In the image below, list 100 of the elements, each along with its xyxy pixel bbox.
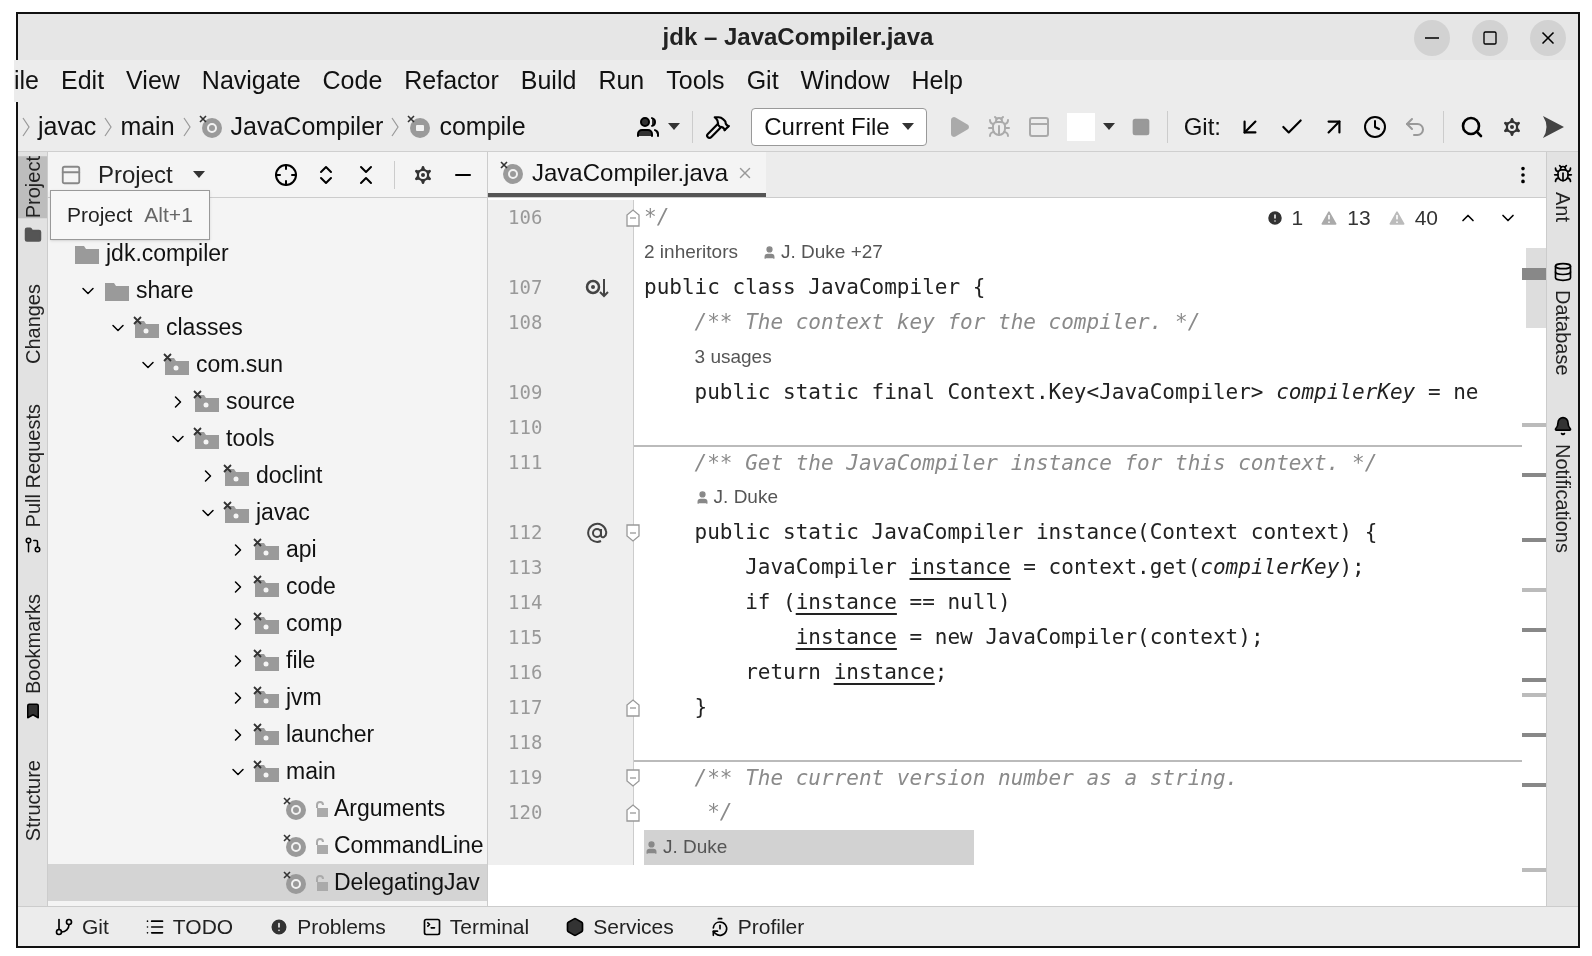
fold-marker-icon[interactable] <box>625 522 641 543</box>
fold-marker-icon[interactable] <box>625 802 641 823</box>
package-folder-icon <box>253 685 281 710</box>
tool-window-button[interactable]: Profiler <box>737 910 805 943</box>
method-icon <box>407 114 432 139</box>
tool-window-tab[interactable]: Bookmarks <box>18 593 47 694</box>
tree-item[interactable]: main <box>48 753 487 790</box>
breadcrumb[interactable]: javac <box>38 107 97 146</box>
tree-item-label: share <box>136 276 194 306</box>
code-line: return instance; <box>744 658 948 686</box>
tree-item[interactable]: jdk.compiler <box>48 235 487 272</box>
menu-item[interactable]: Window <box>800 62 890 100</box>
caret-icon[interactable] <box>668 123 681 130</box>
inlay-hint[interactable]: 3 usages <box>694 343 772 372</box>
tooltip-shortcut: Alt+1 <box>144 202 193 228</box>
tool-window-tab[interactable]: Ant <box>1547 192 1578 223</box>
tree-item[interactable]: javac <box>48 494 487 531</box>
package-folder-icon <box>193 389 221 414</box>
line-number: 117 <box>508 695 544 721</box>
history-icon[interactable] <box>1363 114 1387 139</box>
tool-window-tab[interactable]: Structure <box>18 759 47 841</box>
tree-item[interactable]: Arguments <box>48 790 487 827</box>
person-icon <box>762 245 777 260</box>
implemented-icon[interactable] <box>585 276 609 299</box>
line-number: 116 <box>508 660 544 686</box>
inlay-hint[interactable]: J. Duke <box>713 483 778 512</box>
editor-tab[interactable]: JavaCompiler.java <box>488 152 767 197</box>
menu-item[interactable]: View <box>126 62 180 100</box>
tree-item[interactable]: share <box>48 272 487 309</box>
at-sign-icon[interactable] <box>586 521 608 544</box>
inlay-hint[interactable]: 2 inheritors <box>644 238 738 267</box>
menu-item[interactable]: ile <box>14 62 39 100</box>
tree-item[interactable]: launcher <box>48 716 487 753</box>
tool-window-button[interactable]: Problems <box>297 910 386 943</box>
line-number: 110 <box>508 415 544 441</box>
tree-item-label: javac <box>256 498 310 528</box>
tree-item[interactable]: code <box>48 568 487 605</box>
tool-window-button[interactable]: Git <box>82 910 109 943</box>
code-line: */ <box>644 203 670 231</box>
maximize-icon <box>1482 30 1498 46</box>
close-button[interactable] <box>1530 20 1566 56</box>
inlay-hint[interactable]: J. Duke +27 <box>781 238 883 267</box>
plugin-logo-icon[interactable] <box>1540 113 1566 140</box>
tree-item[interactable]: CommandLine <box>48 827 487 864</box>
fold-marker-icon[interactable] <box>625 207 641 228</box>
menu-item[interactable]: Build <box>520 62 577 100</box>
tool-window-button[interactable]: Terminal <box>449 910 530 943</box>
users-icon[interactable] <box>636 114 661 139</box>
tree-item[interactable]: classes <box>48 309 487 346</box>
code-line: /** The context key for the compiler. */ <box>693 308 1201 336</box>
breadcrumb[interactable]: compile <box>439 107 526 146</box>
minimize-button[interactable] <box>1414 20 1450 56</box>
locate-icon[interactable] <box>274 162 298 187</box>
menu-item[interactable]: Code <box>322 62 383 100</box>
menu-item[interactable]: Navigate <box>201 62 301 100</box>
tool-window-tab[interactable]: Project <box>18 156 47 219</box>
inlay-hint[interactable]: J. Duke <box>663 833 728 862</box>
search-icon[interactable] <box>1460 114 1484 139</box>
tool-window-button[interactable]: TODO <box>172 910 234 943</box>
fold-marker-icon[interactable] <box>625 697 641 718</box>
maximize-button[interactable] <box>1472 20 1508 56</box>
build-icon[interactable] <box>705 113 732 140</box>
line-number: 112 <box>508 520 544 546</box>
menu-item[interactable]: Help <box>911 62 963 100</box>
bell-icon <box>1552 415 1573 436</box>
tool-window-button[interactable]: Services <box>593 910 674 943</box>
caret-icon[interactable] <box>1102 123 1115 130</box>
tool-window-tab[interactable]: Notifications <box>1547 443 1578 553</box>
menu-item[interactable]: Refactor <box>404 62 499 100</box>
breadcrumb[interactable]: JavaCompiler <box>230 107 384 146</box>
tree-item[interactable]: DelegatingJav <box>48 864 487 901</box>
code-line: JavaCompiler instance = context.get(compilerKey); <box>744 553 1365 581</box>
menu-item[interactable]: Run <box>598 62 645 100</box>
project-view-icon <box>60 163 82 186</box>
tool-window-tab[interactable]: Changes <box>18 284 47 365</box>
line-number: 115 <box>508 625 544 651</box>
project-view-dropdown[interactable]: Project <box>98 156 205 193</box>
error-count: 1 <box>1291 205 1304 231</box>
menu-item[interactable]: Git <box>746 62 779 100</box>
line-number: 107 <box>508 275 544 301</box>
breadcrumb[interactable]: main <box>120 107 175 146</box>
line-number: 120 <box>508 800 544 826</box>
tree-item[interactable]: doclint <box>48 457 487 494</box>
menu-item[interactable]: Tools <box>666 62 725 100</box>
tree-item[interactable]: jvm <box>48 679 487 716</box>
tool-window-tab[interactable]: Database <box>1547 290 1578 376</box>
tree-item[interactable]: comp <box>48 605 487 642</box>
tree-item[interactable]: source <box>48 383 487 420</box>
code-line: public static JavaCompiler instance(Context context) { <box>693 518 1378 546</box>
fold-marker-icon[interactable] <box>625 767 641 788</box>
tree-item[interactable]: api <box>48 531 487 568</box>
tree-item[interactable]: tools <box>48 420 487 457</box>
tree-item[interactable]: com.sun <box>48 346 487 383</box>
problems-icon <box>269 916 290 937</box>
tree-item[interactable]: file <box>48 642 487 679</box>
tree-item-label: main <box>286 757 336 787</box>
run-configuration-dropdown[interactable]: Current File <box>751 107 927 146</box>
menu-item[interactable]: Edit <box>61 62 105 100</box>
tool-window-tab[interactable]: Pull Requests <box>18 404 47 528</box>
tree-item-label: jdk.compiler <box>106 239 229 269</box>
